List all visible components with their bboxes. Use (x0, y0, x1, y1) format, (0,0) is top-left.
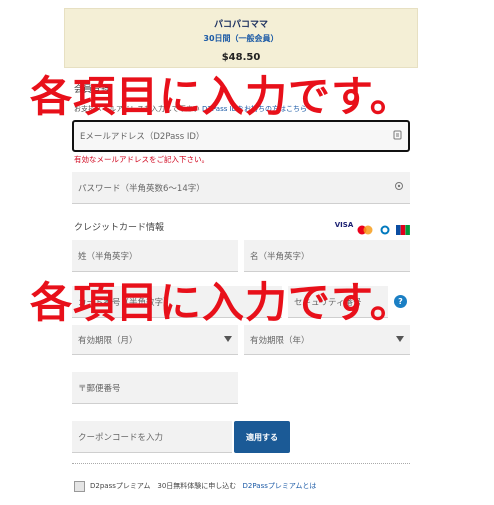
password-placeholder: パスワード（半角英数6〜14字） (78, 183, 205, 194)
caret-down-icon (396, 335, 404, 345)
product-price: $48.50 (221, 52, 261, 63)
exp-month-label: 有効期限（月） (78, 335, 138, 346)
eye-icon[interactable] (394, 181, 404, 194)
id-card-icon (393, 130, 402, 143)
postal-code-field[interactable]: 〒郵便番号 (72, 372, 238, 404)
first-name-field[interactable]: 名（半角英字） (244, 240, 410, 272)
coupon-placeholder: クーポンコードを入力 (78, 432, 164, 443)
exp-year-label: 有効期限（年） (250, 335, 310, 346)
last-name-field[interactable]: 姓（半角英字） (72, 240, 238, 272)
premium-checkbox[interactable] (74, 481, 85, 492)
premium-row: D2passプレミアム 30日無料体験に申し込む D2Passプレミアムとは (90, 481, 316, 491)
visa-icon: VISA (334, 221, 354, 229)
card-section-title: クレジットカード情報 (74, 223, 165, 233)
exp-month-select[interactable]: 有効期限（月） (72, 325, 238, 355)
last-name-placeholder: 姓（半角英字） (78, 251, 138, 262)
apply-coupon-button[interactable]: 適用する (234, 421, 290, 453)
overlay-annotation-top: 各項目に入力です。 (30, 72, 413, 121)
caret-down-icon (224, 335, 232, 345)
premium-info-link[interactable]: D2Passプレミアムとは (243, 482, 317, 490)
product-name: パコパコママ (213, 20, 268, 30)
product-summary: パコパコママ 30日間（一般会員） $48.50 (64, 8, 418, 68)
email-field[interactable]: Eメールアドレス（D2Pass ID） (72, 120, 410, 152)
email-error: 有効なメールアドレスをご記入下さい。 (74, 155, 209, 164)
mastercard-icon (356, 220, 374, 239)
overlay-annotation-bottom: 各項目に入力です。 (30, 278, 413, 327)
password-field[interactable]: パスワード（半角英数6〜14字） (72, 172, 410, 204)
postal-code-placeholder: 〒郵便番号 (78, 383, 121, 394)
diners-club-icon (378, 220, 392, 239)
premium-label: D2passプレミアム 30日無料体験に申し込む (90, 482, 237, 490)
first-name-placeholder: 名（半角英字） (250, 251, 310, 262)
exp-year-select[interactable]: 有効期限（年） (244, 325, 410, 355)
coupon-field[interactable]: クーポンコードを入力 (72, 421, 232, 453)
email-placeholder: Eメールアドレス（D2Pass ID） (80, 132, 205, 142)
divider (72, 463, 410, 464)
card-brand-logos: VISA (334, 220, 410, 239)
product-plan: 30日間（一般会員） (203, 34, 279, 43)
jcb-icon (396, 220, 410, 239)
